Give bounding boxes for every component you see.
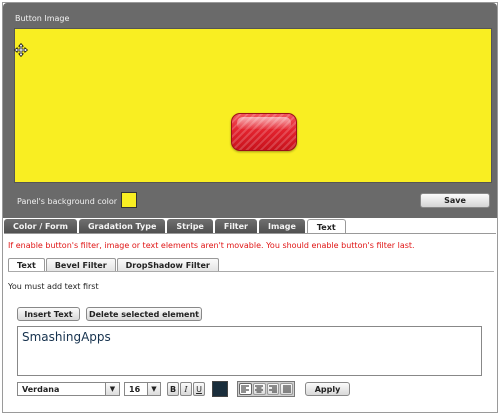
- background-color-swatch[interactable]: [121, 192, 137, 208]
- bold-button[interactable]: B: [167, 382, 179, 396]
- subtab-text[interactable]: Text: [8, 258, 45, 272]
- text-input-area[interactable]: SmashingApps: [17, 326, 482, 376]
- text-color-swatch[interactable]: [212, 381, 228, 397]
- italic-button[interactable]: I: [180, 382, 192, 396]
- tab-image[interactable]: Image: [259, 219, 305, 234]
- tab-stripe[interactable]: Stripe: [167, 219, 213, 234]
- align-right-button[interactable]: [266, 383, 280, 395]
- delete-element-button[interactable]: Delete selected element: [86, 307, 202, 321]
- subtab-bevel-filter[interactable]: Bevel Filter: [45, 258, 116, 272]
- align-center-icon: [255, 385, 264, 393]
- alignment-group: [237, 381, 295, 397]
- move-arrows-icon[interactable]: [14, 43, 28, 57]
- align-left-button[interactable]: [239, 383, 252, 395]
- align-left-icon: [241, 385, 250, 393]
- underline-button[interactable]: U: [193, 382, 205, 396]
- preview-button[interactable]: [231, 113, 297, 151]
- chevron-down-icon[interactable]: ▼: [147, 383, 160, 395]
- font-family-value: Verdana: [22, 384, 60, 394]
- tab-filter[interactable]: Filter: [214, 219, 258, 234]
- align-justify-icon: [282, 385, 291, 393]
- insert-text-button[interactable]: Insert Text: [17, 307, 80, 321]
- background-color-label: Panel's background color: [17, 197, 118, 206]
- tab-color-form[interactable]: Color / Form: [4, 219, 77, 234]
- align-justify-button[interactable]: [280, 383, 293, 395]
- add-text-hint: You must add text first: [8, 282, 99, 291]
- apply-button[interactable]: Apply: [305, 382, 350, 396]
- tab-gradation-type[interactable]: Gradation Type: [78, 219, 166, 234]
- filter-warning-text: If enable button's filter, image or text…: [8, 241, 415, 250]
- subtab-dropshadow-filter[interactable]: DropShadow Filter: [116, 258, 219, 272]
- save-button[interactable]: Save: [420, 193, 490, 208]
- button-image-panel: Button Image Panel's background color Sa…: [3, 3, 497, 218]
- font-size-select[interactable]: 16 ▼: [124, 382, 161, 396]
- preview-canvas[interactable]: [14, 28, 492, 183]
- panel-title: Button Image: [15, 14, 70, 23]
- tab-text[interactable]: Text: [306, 219, 346, 234]
- font-size-value: 16: [129, 384, 141, 394]
- sub-tab-bar: Text Bevel Filter DropShadow Filter: [8, 258, 220, 272]
- align-center-button[interactable]: [252, 383, 266, 395]
- chevron-down-icon[interactable]: ▼: [105, 383, 119, 395]
- main-tab-bar: Color / Form Gradation Type Stripe Filte…: [4, 219, 496, 234]
- subtab-divider: [8, 271, 494, 272]
- align-right-icon: [268, 385, 277, 393]
- font-family-select[interactable]: Verdana ▼: [17, 382, 120, 396]
- tab-divider: [4, 233, 496, 234]
